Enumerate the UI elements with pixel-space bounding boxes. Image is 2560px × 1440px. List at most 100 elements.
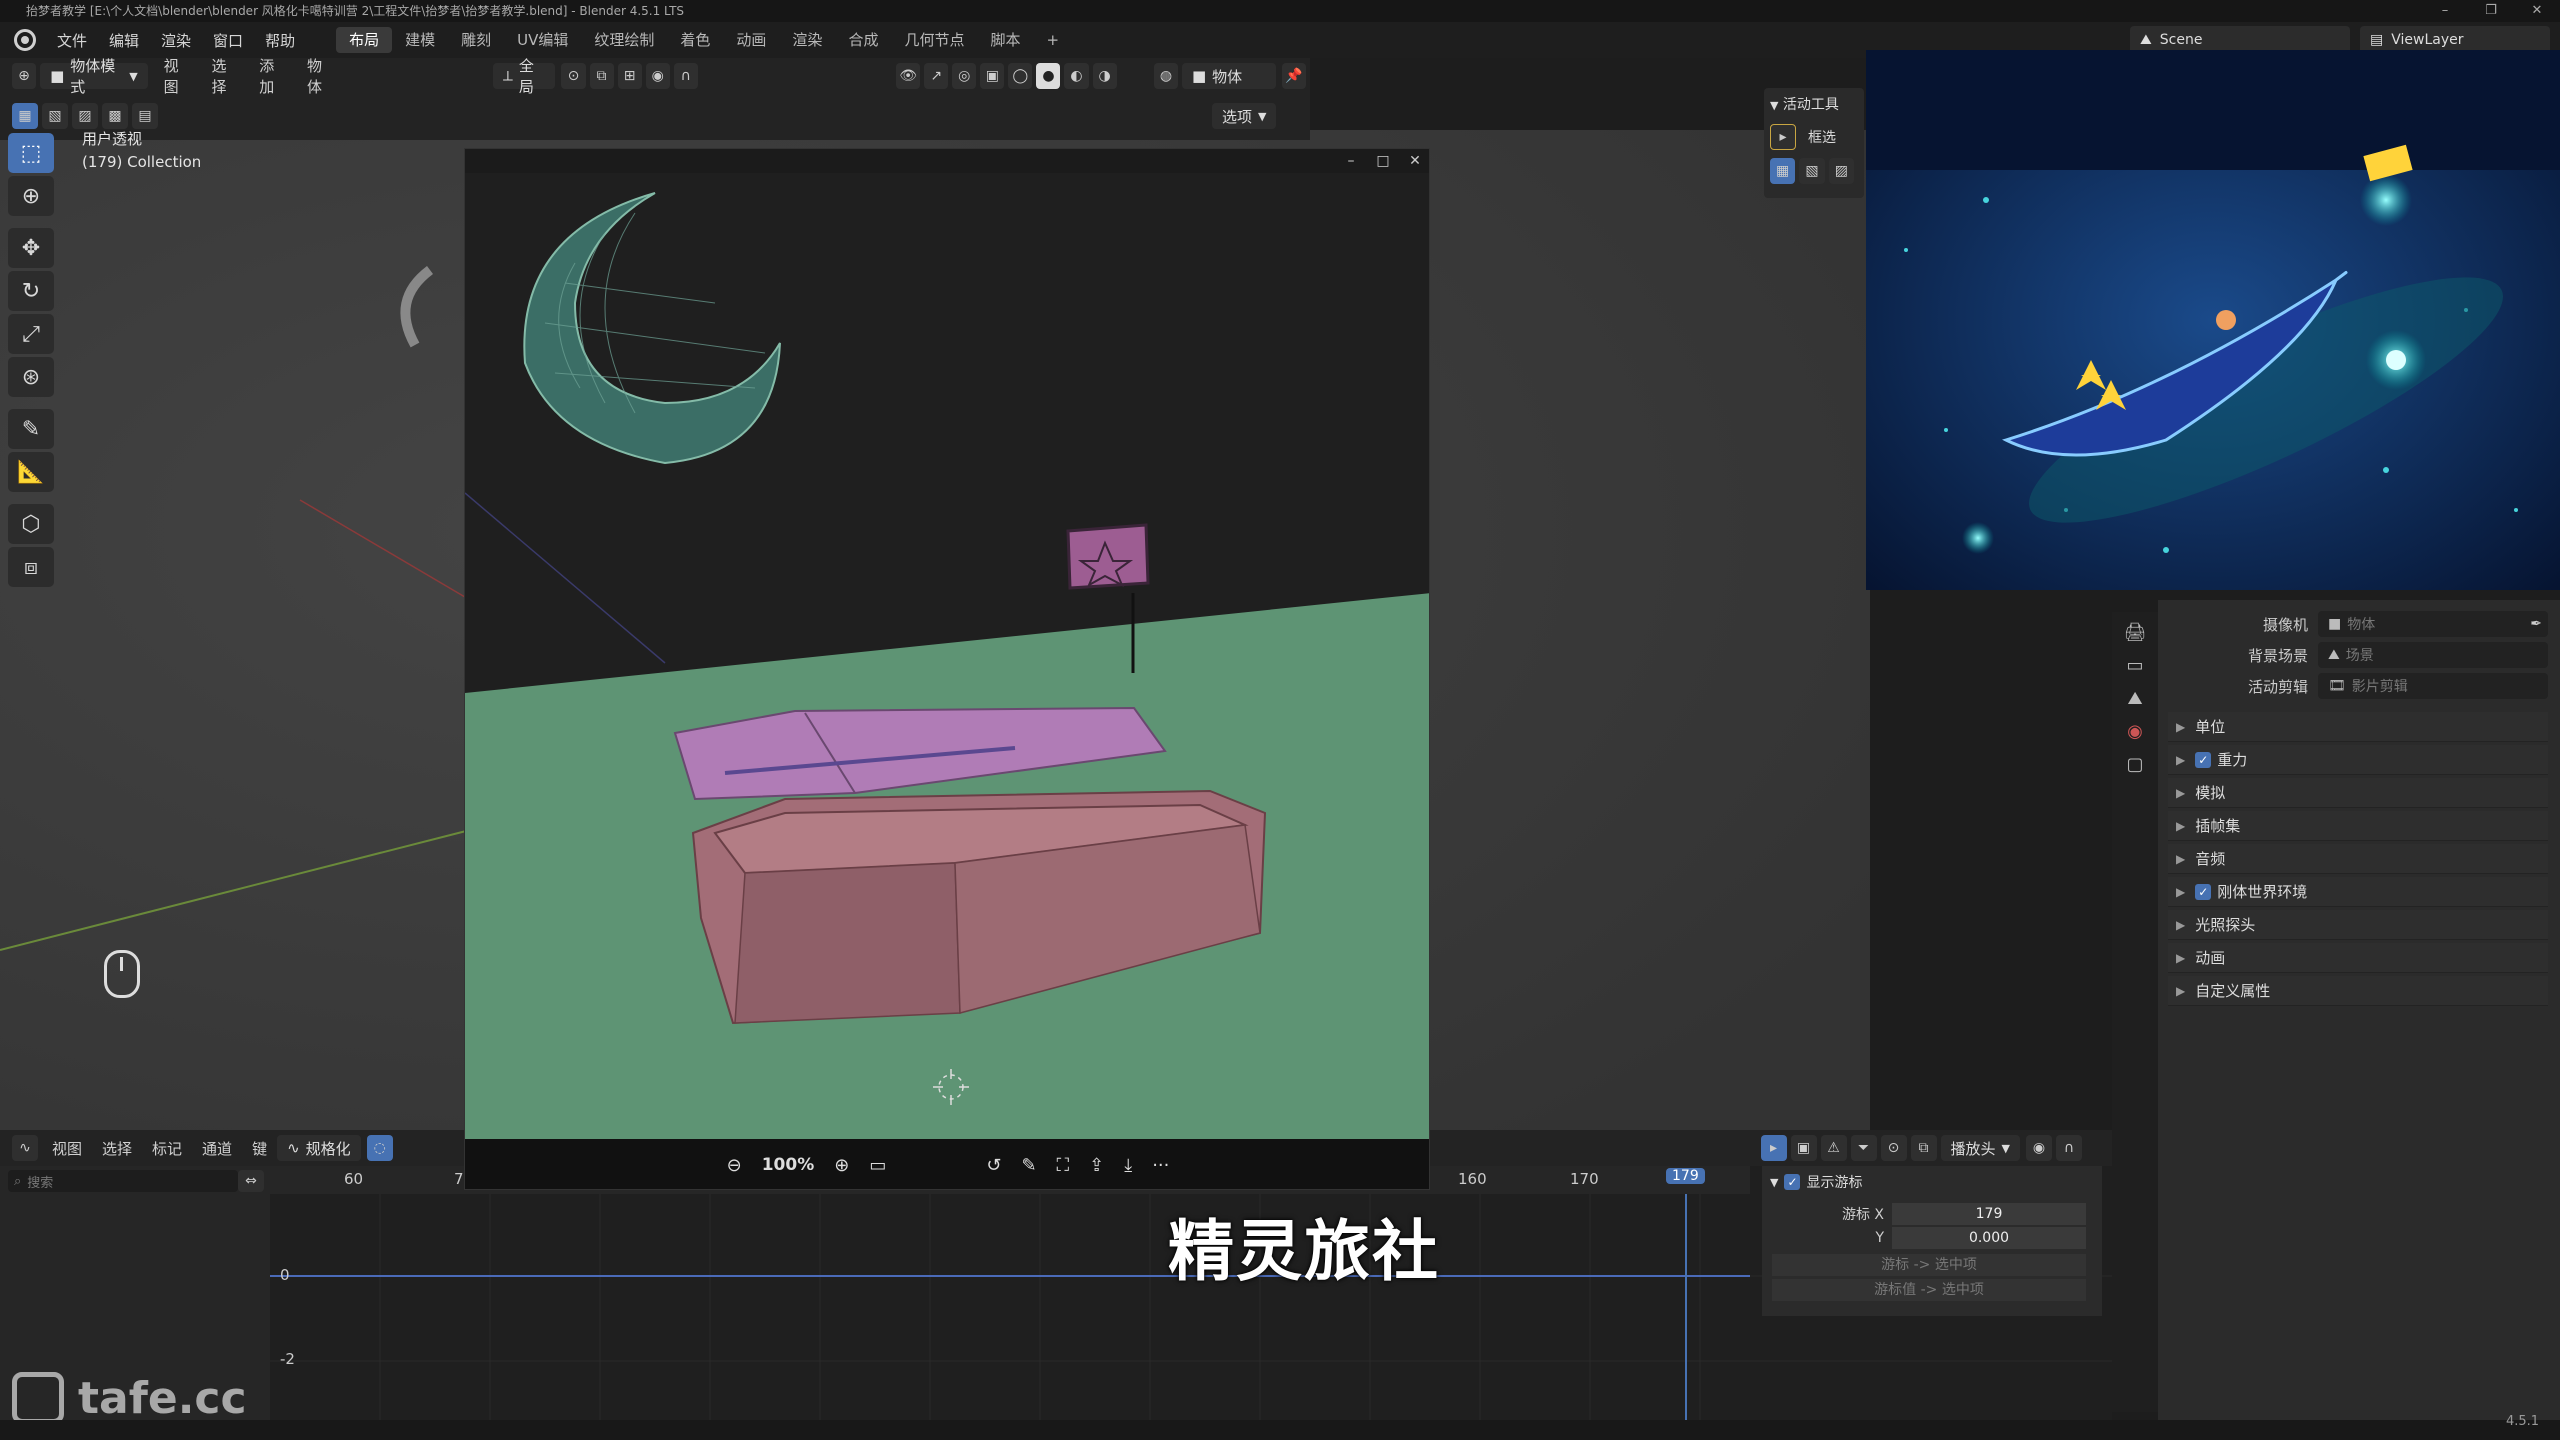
mode-new-icon[interactable]: ▦ bbox=[1770, 158, 1796, 184]
channel-search-input[interactable]: ⌕ 搜索 bbox=[8, 1170, 238, 1192]
section-simulation[interactable]: ▶ 模拟 bbox=[2168, 778, 2548, 808]
menu-marker[interactable]: 标记 bbox=[142, 1138, 192, 1159]
scene-props-icon[interactable]: ⛰ bbox=[2127, 688, 2142, 709]
collection-props-icon[interactable]: ▢ bbox=[2126, 754, 2143, 775]
menu-view[interactable]: 视图 bbox=[42, 1138, 92, 1159]
background-scene-field[interactable]: ⛰ 场景 bbox=[2318, 642, 2548, 668]
section-rigid-body-world[interactable]: ▶ ✓ 刚体世界环境 bbox=[2168, 877, 2548, 907]
solid-shading-icon[interactable]: ● bbox=[1036, 63, 1061, 89]
pivot-point-icon[interactable]: ◍ bbox=[1153, 63, 1178, 89]
tab-animation[interactable]: 动画 bbox=[723, 27, 779, 53]
menu-key[interactable]: 键 bbox=[242, 1138, 277, 1159]
mode-dropdown[interactable]: ■ 物体模式 ▼ bbox=[40, 57, 148, 96]
transform-orientation-dropdown[interactable]: ⟂ 全局 bbox=[492, 57, 556, 96]
tab-rendering[interactable]: 渲染 bbox=[779, 27, 835, 53]
menu-object[interactable]: 物体 bbox=[297, 55, 345, 97]
zoom-out-icon[interactable]: ⊖ bbox=[727, 1155, 742, 1176]
select-extend-icon[interactable]: ▧ bbox=[42, 103, 68, 129]
pivot-point-icon[interactable]: ⊙ bbox=[1880, 1135, 1907, 1161]
section-audio[interactable]: ▶ 音频 bbox=[2168, 844, 2548, 874]
zoom-in-icon[interactable]: ⊕ bbox=[834, 1155, 849, 1176]
tab-texture-paint[interactable]: 纹理绘制 bbox=[581, 27, 667, 53]
cursor-to-selected-button[interactable]: 游标 -> 选中项 bbox=[1772, 1254, 2086, 1276]
add-object-tool[interactable]: ⧈ bbox=[8, 547, 54, 587]
more-icon[interactable]: ··· bbox=[1152, 1155, 1169, 1176]
move-tool[interactable]: ✥ bbox=[8, 228, 54, 268]
maximize-icon[interactable]: □ bbox=[1367, 153, 1399, 169]
actual-size-icon[interactable]: ▭ bbox=[869, 1155, 886, 1176]
cursor-x-field[interactable]: 179 bbox=[1892, 1203, 2086, 1225]
render-props-icon[interactable]: 🖨 bbox=[2124, 622, 2147, 643]
mode-subtract-icon[interactable]: ▨ bbox=[1828, 158, 1854, 184]
active-clip-field[interactable]: 🎞 影片剪辑 bbox=[2318, 673, 2548, 699]
proportional-edit-icon[interactable]: ◉ bbox=[2026, 1135, 2052, 1161]
active-tool-header[interactable]: ▼ 活动工具 bbox=[1770, 94, 1858, 114]
measure-tool[interactable]: 📐 bbox=[8, 452, 54, 492]
tab-scripting[interactable]: 脚本 bbox=[977, 27, 1033, 53]
menu-select[interactable]: 选择 bbox=[92, 1138, 142, 1159]
section-light-probes[interactable]: ▶ 光照探头 bbox=[2168, 910, 2548, 940]
rotate-tool[interactable]: ↻ bbox=[8, 271, 54, 311]
output-props-icon[interactable]: ▭ bbox=[2126, 655, 2143, 676]
menu-channel[interactable]: 通道 bbox=[192, 1138, 242, 1159]
menu-window[interactable]: 窗口 bbox=[202, 30, 254, 51]
menu-select[interactable]: 选择 bbox=[201, 55, 249, 97]
menu-add[interactable]: 添加 bbox=[249, 55, 297, 97]
select-box-tool[interactable]: ⬚ bbox=[8, 133, 54, 173]
pin-icon[interactable]: 📌 bbox=[1282, 63, 1307, 89]
overlay-icon[interactable]: ◎ bbox=[952, 63, 977, 89]
share-icon[interactable]: ⇪ bbox=[1089, 1155, 1104, 1176]
rendered-shading-icon[interactable]: ◑ bbox=[1092, 63, 1117, 89]
select-intersect-icon[interactable]: ▤ bbox=[132, 103, 158, 129]
rigid-body-checkbox[interactable]: ✓ bbox=[2195, 883, 2212, 900]
select-invert-icon[interactable]: ▩ bbox=[102, 103, 128, 129]
filter-icon[interactable]: ⏷ bbox=[1850, 1135, 1877, 1161]
tab-layout[interactable]: 布局 bbox=[336, 27, 393, 53]
cursor-value-to-selected-button[interactable]: 游标值 -> 选中项 bbox=[1772, 1279, 2086, 1301]
select-box-icon[interactable]: ▸ bbox=[1770, 124, 1796, 150]
add-workspace-button[interactable]: + bbox=[1033, 27, 1072, 53]
graph-editor-type-icon[interactable]: ∿ bbox=[12, 1135, 38, 1161]
proportional-edit-icon[interactable]: ◉ bbox=[645, 63, 670, 89]
auto-normalize-icon[interactable]: ◌ bbox=[366, 1135, 393, 1161]
section-keying-sets[interactable]: ▶ 插帧集 bbox=[2168, 811, 2548, 841]
options-dropdown[interactable]: 选项 ▼ bbox=[1212, 103, 1277, 129]
crop-icon[interactable]: ⛶ bbox=[1057, 1155, 1070, 1176]
snap-icon[interactable]: ⧉ bbox=[589, 63, 614, 89]
current-frame-badge[interactable]: 179 bbox=[1666, 1168, 1705, 1184]
falloff-icon[interactable]: ∩ bbox=[673, 63, 698, 89]
section-animation[interactable]: ▶ 动画 bbox=[2168, 943, 2548, 973]
falloff-icon[interactable]: ∩ bbox=[2056, 1135, 2082, 1161]
material-shading-icon[interactable]: ◐ bbox=[1064, 63, 1089, 89]
object-type-dropdown[interactable]: ■ 物体 bbox=[1181, 63, 1276, 89]
close-icon[interactable]: ✕ bbox=[1399, 153, 1429, 169]
wireframe-shading-icon[interactable]: ◯ bbox=[1008, 63, 1033, 89]
visibility-icon[interactable]: 👁 bbox=[896, 63, 921, 89]
cursor-tool[interactable]: ⊕ bbox=[8, 176, 54, 216]
xray-icon[interactable]: ▣ bbox=[980, 63, 1005, 89]
swap-icon[interactable]: ⇔ bbox=[238, 1170, 264, 1192]
snap-icon[interactable]: ⧉ bbox=[1910, 1135, 1937, 1161]
tab-compositing[interactable]: 合成 bbox=[835, 27, 891, 53]
tab-modeling[interactable]: 建模 bbox=[392, 27, 448, 53]
world-props-icon[interactable]: ◉ bbox=[2127, 721, 2143, 742]
minimize-icon[interactable]: – bbox=[2422, 0, 2468, 22]
snap-target-icon[interactable]: ⊞ bbox=[617, 63, 642, 89]
select-subtract-icon[interactable]: ▨ bbox=[72, 103, 98, 129]
camera-field[interactable]: ■ 物体 ✒ bbox=[2318, 611, 2548, 637]
menu-help[interactable]: 帮助 bbox=[254, 30, 306, 51]
tab-uv-editing[interactable]: UV编辑 bbox=[504, 27, 581, 53]
menu-edit[interactable]: 编辑 bbox=[98, 30, 150, 51]
annotate-tool[interactable]: ✎ bbox=[8, 409, 54, 449]
restore-icon[interactable]: ❐ bbox=[2468, 0, 2514, 22]
section-units[interactable]: ▶ 单位 bbox=[2168, 712, 2548, 742]
normalize-toggle[interactable]: ∿ 规格化 bbox=[277, 1135, 361, 1161]
menu-view[interactable]: 视图 bbox=[154, 55, 202, 97]
download-icon[interactable]: ⤓ bbox=[1124, 1155, 1132, 1176]
mode-extend-icon[interactable]: ▧ bbox=[1799, 158, 1825, 184]
section-gravity[interactable]: ▶ ✓ 重力 bbox=[2168, 745, 2548, 775]
gizmo-icon[interactable]: ↗ bbox=[924, 63, 949, 89]
blender-logo-icon[interactable] bbox=[14, 29, 36, 51]
menu-render[interactable]: 渲染 bbox=[150, 30, 202, 51]
show-hidden-icon[interactable]: ▣ bbox=[1790, 1135, 1817, 1161]
